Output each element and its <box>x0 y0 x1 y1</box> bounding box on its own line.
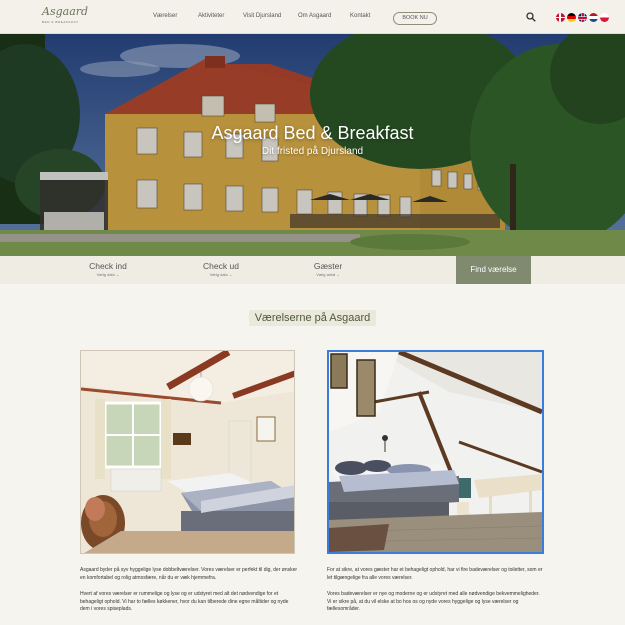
nav-link-contact[interactable]: Kontakt <box>350 13 370 19</box>
guests-field[interactable]: Gæster Vælg antal ⌄ <box>308 261 348 277</box>
uk-flag-icon[interactable] <box>578 13 587 22</box>
hero-subtitle: Dit fristed på Djursland <box>261 146 364 157</box>
german-flag-icon[interactable] <box>567 13 576 22</box>
booking-bar: Check ind Vælg dato ⌄ Check ud Vælg dato… <box>0 256 625 284</box>
bathrooms-description-1: For at sikre, at vores gæster har et beh… <box>327 567 543 581</box>
room-photo-bedroom[interactable] <box>80 350 295 554</box>
attic-room-illustration <box>329 352 542 552</box>
site-header: Asgaard BED & BREAKFAST Værelser Aktivit… <box>0 0 625 34</box>
nav-link-about[interactable]: Om Asgaard <box>298 13 331 19</box>
hero-title: Asgaard Bed & Breakfast <box>211 123 414 143</box>
language-selector <box>556 13 609 22</box>
room-photo-attic-bedroom[interactable] <box>327 350 544 554</box>
polish-flag-icon[interactable] <box>600 13 609 22</box>
checkout-placeholder: Vælg dato <box>209 272 228 277</box>
find-room-button[interactable]: Find værelse <box>456 256 531 284</box>
hero-photo <box>0 34 625 256</box>
chevron-down-icon: ⌄ <box>229 272 233 277</box>
site-logo[interactable]: Asgaard BED & BREAKFAST <box>42 5 89 29</box>
dutch-flag-icon[interactable] <box>589 13 598 22</box>
hero-banner: Asgaard Bed & Breakfast Dit fristed på D… <box>0 34 625 256</box>
nav-link-activities[interactable]: Aktiviteter <box>198 13 224 19</box>
nav-link-visit-djursland[interactable]: Visit Djursland <box>243 13 281 19</box>
logo-text: Asgaard <box>42 5 89 18</box>
bedroom-illustration <box>81 351 294 553</box>
guests-label: Gæster <box>313 261 343 271</box>
danish-flag-icon[interactable] <box>556 13 565 22</box>
guests-placeholder: Vælg antal <box>316 272 336 277</box>
checkout-label: Check ud <box>203 261 239 271</box>
checkin-label: Check ind <box>89 261 127 271</box>
book-now-button[interactable]: BOOK NU <box>393 12 437 25</box>
bathrooms-description-2: Vores badeværelser er nye og moderne og … <box>327 591 540 612</box>
section-title: Værelserne på Asgaard <box>248 310 377 326</box>
logo-subtext: BED & BREAKFAST <box>42 20 79 24</box>
rooms-description-1: Asgaard byder på syv hyggelige lyse dobb… <box>80 567 298 581</box>
checkin-field[interactable]: Check ind Vælg dato ⌄ <box>86 261 130 277</box>
search-icon[interactable] <box>526 12 536 22</box>
chevron-down-icon: ⌄ <box>116 272 120 277</box>
rooms-description-2: Hvert af vores værelser er rummelige og … <box>80 591 289 612</box>
checkout-field[interactable]: Check ud Vælg dato ⌄ <box>196 261 246 277</box>
nav-link-rooms[interactable]: Værelser <box>153 13 177 19</box>
rooms-section-heading: Værelserne på Asgaard <box>0 308 625 326</box>
checkin-placeholder: Vælg dato <box>96 272 115 277</box>
chevron-down-icon: ⌄ <box>336 272 340 277</box>
